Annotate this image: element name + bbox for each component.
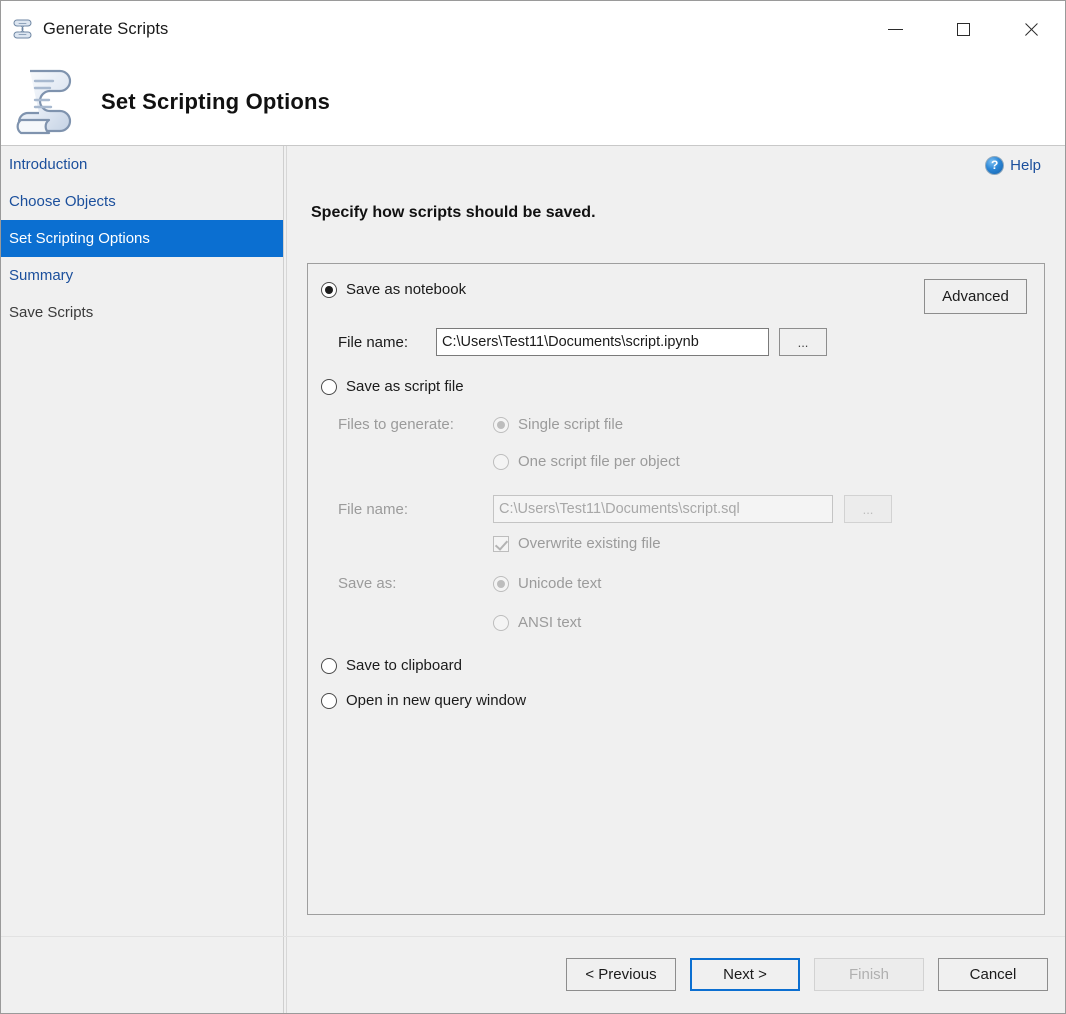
radio-indicator xyxy=(321,282,337,298)
sidebar-item-choose-objects[interactable]: Choose Objects xyxy=(1,183,283,220)
notebook-file-name-input[interactable]: C:\Users\Test11\Documents\script.ipynb xyxy=(436,328,769,356)
wizard-navigation-buttons: < Previous Next > Finish Cancel xyxy=(566,958,1048,991)
help-circle-icon: ? xyxy=(985,156,1004,175)
sidebar-item-label: Introduction xyxy=(9,156,87,173)
window-title: Generate Scripts xyxy=(43,20,168,39)
save-as-label: Save as: xyxy=(338,575,396,592)
finish-button: Finish xyxy=(814,958,924,991)
previous-button[interactable]: < Previous xyxy=(566,958,676,991)
title-bar: Generate Scripts xyxy=(1,1,1065,57)
wizard-steps-sidebar: Introduction Choose Objects Set Scriptin… xyxy=(1,146,283,1013)
open-in-new-query-window-radio[interactable]: Open in new query window xyxy=(321,692,526,709)
window-controls xyxy=(861,1,1065,57)
script-scroll-icon-large xyxy=(13,64,79,140)
ansi-text-label: ANSI text xyxy=(518,614,581,631)
radio-indicator xyxy=(493,615,509,631)
help-link[interactable]: ? Help xyxy=(985,156,1041,175)
notebook-browse-button[interactable]: ... xyxy=(779,328,827,356)
help-label: Help xyxy=(1010,157,1041,174)
dialog-body: Introduction Choose Objects Set Scriptin… xyxy=(1,146,1065,1013)
script-file-name-input: C:\Users\Test11\Documents\script.sql xyxy=(493,495,833,523)
minimize-icon[interactable] xyxy=(861,1,929,57)
sidebar-item-label: Choose Objects xyxy=(9,193,116,210)
notebook-file-name-row: File name: C:\Users\Test11\Documents\scr… xyxy=(338,328,827,356)
cancel-button[interactable]: Cancel xyxy=(938,958,1048,991)
sidebar-item-label: Set Scripting Options xyxy=(9,230,150,247)
maximize-icon[interactable] xyxy=(929,1,997,57)
sidebar-divider xyxy=(283,146,284,1013)
instruction-text: Specify how scripts should be saved. xyxy=(311,204,596,222)
one-script-file-per-object-label: One script file per object xyxy=(518,453,680,470)
sidebar-item-set-scripting-options[interactable]: Set Scripting Options xyxy=(1,220,283,257)
sidebar-item-label: Save Scripts xyxy=(9,304,93,321)
ansi-text-radio: ANSI text xyxy=(493,614,581,631)
files-to-generate-label: Files to generate: xyxy=(338,416,454,433)
script-scroll-icon xyxy=(11,17,35,41)
footer-bar: < Previous Next > Finish Cancel xyxy=(287,937,1065,1013)
script-browse-button: ... xyxy=(844,495,892,523)
save-as-script-file-label: Save as script file xyxy=(346,378,464,395)
close-icon[interactable] xyxy=(997,1,1065,57)
advanced-button[interactable]: Advanced xyxy=(924,279,1027,314)
save-options-group: Advanced Save as notebook File name: C:\… xyxy=(307,263,1045,915)
radio-indicator xyxy=(321,658,337,674)
overwrite-existing-file-checkbox: Overwrite existing file xyxy=(493,535,661,552)
sidebar-item-label: Summary xyxy=(9,267,73,284)
radio-indicator xyxy=(493,576,509,592)
radio-indicator xyxy=(321,379,337,395)
radio-indicator xyxy=(321,693,337,709)
files-to-generate-label-row: Files to generate: xyxy=(338,416,454,433)
sidebar-item-introduction[interactable]: Introduction xyxy=(1,146,283,183)
save-to-clipboard-radio[interactable]: Save to clipboard xyxy=(321,657,462,674)
open-in-new-query-window-label: Open in new query window xyxy=(346,692,526,709)
sidebar-item-save-scripts[interactable]: Save Scripts xyxy=(1,294,283,331)
save-as-label-row: Save as: xyxy=(338,575,396,592)
save-to-clipboard-label: Save to clipboard xyxy=(346,657,462,674)
unicode-text-label: Unicode text xyxy=(518,575,601,592)
single-script-file-radio: Single script file xyxy=(493,416,623,433)
notebook-file-name-label: File name: xyxy=(338,334,436,351)
generate-scripts-dialog: Generate Scripts Set Scr xyxy=(0,0,1066,1014)
sidebar-item-summary[interactable]: Summary xyxy=(1,257,283,294)
save-as-script-file-radio[interactable]: Save as script file xyxy=(321,378,464,395)
script-file-name-row: File name: C:\Users\Test11\Documents\scr… xyxy=(338,495,892,523)
single-script-file-label: Single script file xyxy=(518,416,623,433)
radio-indicator xyxy=(493,417,509,433)
next-button[interactable]: Next > xyxy=(690,958,800,991)
dialog-banner: Set Scripting Options xyxy=(1,57,1065,146)
radio-indicator xyxy=(493,454,509,470)
one-script-file-per-object-radio: One script file per object xyxy=(493,453,680,470)
checkbox-indicator xyxy=(493,536,509,552)
page-title: Set Scripting Options xyxy=(101,89,330,115)
unicode-text-radio: Unicode text xyxy=(493,575,601,592)
main-pane: ? Help Specify how scripts should be sav… xyxy=(287,146,1065,1013)
overwrite-existing-file-label: Overwrite existing file xyxy=(518,535,661,552)
save-as-notebook-label: Save as notebook xyxy=(346,281,466,298)
script-file-name-label: File name: xyxy=(338,501,493,518)
save-as-notebook-radio[interactable]: Save as notebook xyxy=(321,281,466,298)
